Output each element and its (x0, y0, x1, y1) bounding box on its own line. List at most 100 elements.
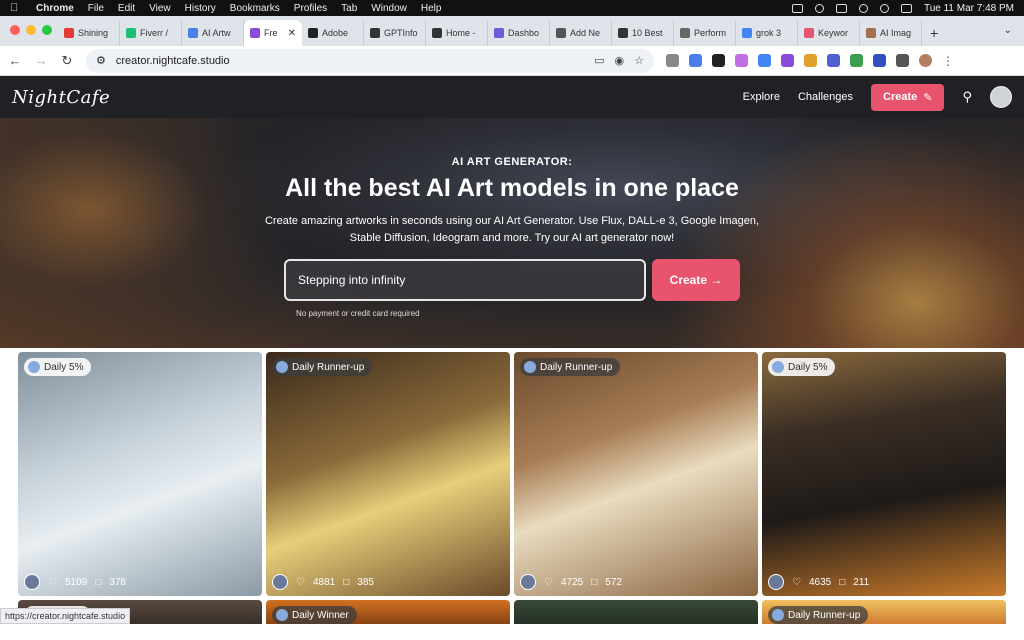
eye-off-icon[interactable]: ◉ (615, 54, 625, 67)
bluetooth-icon[interactable] (814, 3, 824, 13)
tab-favicon-icon (680, 28, 690, 38)
comment-icon[interactable]: □ (591, 577, 597, 588)
heart-icon[interactable]: ♡ (792, 577, 801, 588)
award-label: Daily Runner-up (788, 609, 861, 621)
browser-tab[interactable]: Adobe (302, 20, 364, 46)
tab-favicon-icon (370, 28, 380, 38)
menu-clock[interactable]: Tue 11 Mar 7:48 PM (924, 3, 1014, 14)
zoom-window-icon[interactable] (42, 25, 52, 35)
translate-extension-icon[interactable] (758, 54, 771, 67)
omnibox[interactable]: ⚙ creator.nightcafe.studio ▭ ◉ ☆ (86, 48, 654, 73)
extension-icon[interactable] (712, 54, 725, 67)
creator-avatar[interactable] (272, 574, 288, 590)
browser-tab[interactable]: Fre ✕ (244, 20, 302, 46)
challenges-link[interactable]: Challenges (798, 91, 853, 103)
forward-icon[interactable]: → (34, 53, 48, 68)
screen-extension-icon[interactable] (689, 54, 702, 67)
artwork-card[interactable]: Daily 5% ♡ 4635 □ 211 (762, 352, 1006, 596)
profile-avatar[interactable] (919, 54, 932, 67)
menu-edit[interactable]: Edit (118, 3, 135, 14)
battery-icon[interactable] (835, 3, 847, 13)
browser-tab[interactable]: grok 3 (736, 20, 798, 46)
heart-icon[interactable]: ♡ (48, 577, 57, 588)
menu-file[interactable]: File (88, 3, 104, 14)
user-avatar[interactable] (990, 86, 1012, 108)
creator-avatar[interactable] (24, 574, 40, 590)
creator-avatar[interactable] (520, 574, 536, 590)
hero-create-button[interactable]: Create → (652, 259, 740, 301)
browser-tab[interactable]: Add Ne (550, 20, 612, 46)
link-status-bar: https://creator.nightcafe.studio (0, 608, 131, 624)
browser-tab[interactable]: Dashbo (488, 20, 550, 46)
puzzle-icon[interactable] (896, 54, 909, 67)
camera-extension-icon[interactable] (666, 54, 679, 67)
menu-profiles[interactable]: Profiles (294, 3, 327, 14)
award-badge: Daily 5% (24, 358, 92, 376)
new-tab-icon[interactable]: + (930, 25, 938, 41)
back-icon[interactable]: ← (8, 53, 22, 68)
award-label: Daily 5% (788, 361, 828, 373)
artwork-card[interactable] (514, 600, 758, 624)
browser-tab[interactable]: AI Artw (182, 20, 244, 46)
comment-count: 211 (853, 576, 870, 588)
close-window-icon[interactable] (10, 25, 20, 35)
site-logo[interactable]: NightCafe (12, 87, 110, 108)
bookmark-star-icon[interactable]: ☆ (634, 54, 644, 67)
explore-link[interactable]: Explore (743, 91, 780, 103)
menu-help[interactable]: Help (421, 3, 442, 14)
extension-icon[interactable] (781, 54, 794, 67)
wifi-icon[interactable] (858, 3, 868, 13)
tab-title: Add Ne (570, 28, 601, 38)
artwork-card[interactable]: Daily Winner (266, 600, 510, 624)
url-text[interactable]: creator.nightcafe.studio (116, 55, 230, 67)
comment-icon[interactable]: □ (839, 577, 845, 588)
card-stats: ♡ 5109 □ 378 (24, 574, 126, 590)
artwork-card[interactable]: Daily Runner-up (762, 600, 1006, 624)
extension-icon[interactable] (827, 54, 840, 67)
creator-avatar[interactable] (768, 574, 784, 590)
menu-app-name[interactable]: Chrome (36, 3, 74, 14)
menu-tab[interactable]: Tab (341, 3, 357, 14)
browser-tab[interactable]: Shining (58, 20, 120, 46)
extension-icon[interactable] (850, 54, 863, 67)
browser-tab[interactable]: Home - (426, 20, 488, 46)
artwork-card[interactable]: Daily Runner-up ♡ 4881 □ 385 (266, 352, 510, 596)
close-tab-icon[interactable]: ✕ (288, 28, 296, 39)
menu-window[interactable]: Window (371, 3, 407, 14)
browser-tab[interactable]: AI Imag (860, 20, 922, 46)
browser-tab[interactable]: Fiverr / (120, 20, 182, 46)
artwork-card[interactable]: Daily 5% ♡ 5109 □ 378 (18, 352, 262, 596)
menu-bookmarks[interactable]: Bookmarks (230, 3, 280, 14)
extension-icon[interactable] (804, 54, 817, 67)
site-search-icon[interactable]: ⚲ (962, 89, 972, 105)
reload-icon[interactable]: ↻ (60, 53, 74, 69)
menu-view[interactable]: View (149, 3, 171, 14)
comment-icon[interactable]: □ (343, 577, 349, 588)
tab-favicon-icon (64, 28, 74, 38)
header-create-button[interactable]: Create ✎ (871, 83, 945, 111)
artwork-card[interactable]: Daily Runner-up ♡ 4725 □ 572 (514, 352, 758, 596)
browser-tab[interactable]: GPTInfo (364, 20, 426, 46)
heart-icon[interactable]: ♡ (296, 577, 305, 588)
minimize-window-icon[interactable] (26, 25, 36, 35)
extension-icon[interactable] (735, 54, 748, 67)
tab-title: Home - (446, 28, 476, 38)
control-center-icon[interactable] (900, 3, 912, 13)
browser-tab[interactable]: 10 Best (612, 20, 674, 46)
extension-icon[interactable] (873, 54, 886, 67)
kebab-menu-icon[interactable]: ⋮ (942, 54, 954, 68)
site-info-icon[interactable]: ⚙ (96, 54, 106, 67)
tab-search-icon[interactable]: ⌄ (1004, 25, 1012, 36)
cast-icon[interactable]: ▭ (594, 54, 604, 67)
comment-icon[interactable]: □ (95, 577, 101, 588)
apple-icon[interactable]:  (10, 2, 22, 14)
tab-favicon-icon (126, 28, 136, 38)
menu-history[interactable]: History (185, 3, 216, 14)
heart-icon[interactable]: ♡ (544, 577, 553, 588)
search-icon[interactable] (879, 3, 889, 13)
tab-title: AI Artw (202, 28, 231, 38)
browser-tab[interactable]: Perform (674, 20, 736, 46)
browser-tab[interactable]: Keywor (798, 20, 860, 46)
screen-icon[interactable] (791, 3, 803, 13)
prompt-input[interactable]: Stepping into infinity (284, 259, 646, 301)
